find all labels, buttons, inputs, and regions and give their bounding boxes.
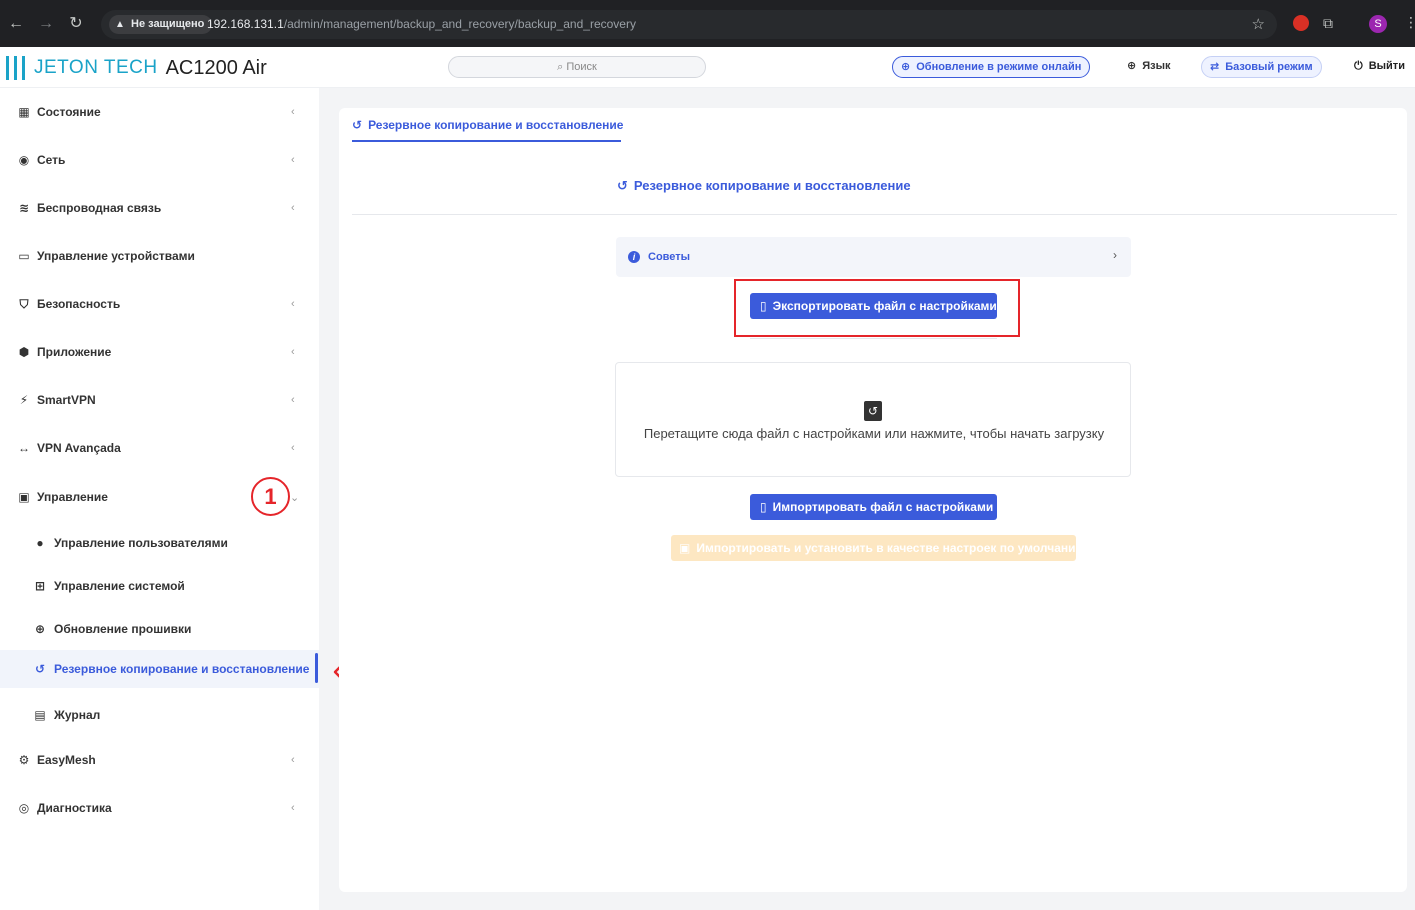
section-title: ↺ Резервное копирование и восстановление <box>617 178 911 193</box>
sidebar-subitem-firmware[interactable]: ⊕ Обновление прошивки <box>0 607 319 650</box>
bookmark-star-icon[interactable]: ☆ <box>1252 15 1265 33</box>
model-name: AC1200 Air <box>165 56 267 79</box>
file-restore-icon: ↺ <box>864 401 882 421</box>
info-icon: i <box>628 251 640 263</box>
import-settings-button[interactable]: ▯ Импортировать файл с настройками <box>750 494 997 520</box>
chevron-left-icon: ‹ <box>291 754 295 766</box>
wifi-icon: ≋ <box>18 201 30 215</box>
warning-icon: ▲ <box>115 19 125 30</box>
radar-icon: ◎ <box>18 801 30 815</box>
arrows-icon: ↔ <box>18 441 30 455</box>
logo-mark-icon <box>2 54 30 82</box>
chevron-left-icon: ‹ <box>291 802 295 814</box>
sidebar-item-network[interactable]: ◉ Сеть ‹ <box>0 136 319 184</box>
search-input[interactable]: ⌕ Поиск <box>448 56 706 78</box>
online-update-button[interactable]: ⊕ Обновление в режиме онлайн <box>892 56 1091 78</box>
sidebar-item-devices[interactable]: ▭ Управление устройствами <box>0 232 319 280</box>
cube-icon: ⬢ <box>18 345 30 359</box>
power-icon: ⏻ <box>1354 60 1363 72</box>
globe-icon: ⊕ <box>1127 60 1137 72</box>
chevron-down-icon: ⌄ <box>290 491 300 504</box>
insecure-badge[interactable]: ▲ Не защищено <box>109 15 213 34</box>
file-dropzone[interactable]: ↺ Перетащите сюда файл с настройками или… <box>615 362 1131 477</box>
back-icon[interactable]: ← <box>6 14 26 34</box>
extension-icon[interactable] <box>1293 15 1309 31</box>
chevron-left-icon: ‹ <box>291 106 295 118</box>
sidebar-item-vpn-advanced[interactable]: ↔ VPN Avançada ‹ <box>0 424 319 472</box>
sidebar-item-diagnostics[interactable]: ◎ Диагностика ‹ <box>0 784 319 832</box>
sidebar-subitem-system[interactable]: ⊞ Управление системой <box>0 564 319 607</box>
forward-icon[interactable]: → <box>36 14 56 34</box>
annotation-highlight-box <box>734 279 1020 337</box>
button-underline <box>750 338 997 339</box>
file-icon: ▯ <box>760 500 767 514</box>
app-header: JETON TECH AC1200 Air ⌕ Поиск ⊕ Обновлени… <box>0 47 1415 88</box>
sidebar-item-status[interactable]: ▦ Состояние ‹ <box>0 88 319 136</box>
chevron-left-icon: ‹ <box>291 154 295 166</box>
language-button[interactable]: ⊕ Язык <box>1119 56 1179 78</box>
chevron-right-icon: › <box>1113 248 1117 262</box>
history-icon: ↺ <box>34 662 46 676</box>
monitor-icon: ▭ <box>18 249 30 263</box>
browser-toolbar: ← → ↻ ▲ Не защищено 192.168.131.1/admin/m… <box>0 0 1415 47</box>
browser-menu-icon[interactable]: ⋮ <box>1404 14 1415 31</box>
url-text[interactable]: 192.168.131.1/admin/management/backup_an… <box>207 17 636 31</box>
annotation-step-marker: 1 <box>251 477 290 516</box>
tab-underline <box>352 140 621 142</box>
chevron-left-icon: ‹ <box>291 202 295 214</box>
sidebar-item-easymesh[interactable]: ⚙ EasyMesh ‹ <box>0 736 319 784</box>
upload-circle-icon: ⊕ <box>34 621 46 636</box>
sidebar-subitem-users[interactable]: ● Управление пользователями <box>0 521 319 564</box>
sidebar-item-application[interactable]: ⬢ Приложение ‹ <box>0 328 319 376</box>
main-panel: ↺ Резервное копирование и восстановление … <box>339 108 1407 892</box>
active-indicator <box>315 653 318 683</box>
log-icon: ▤ <box>34 707 46 722</box>
save-icon: ▣ <box>679 541 691 555</box>
sidebar-item-security[interactable]: ⛉ Безопасность ‹ <box>0 280 319 328</box>
briefcase-icon: ▣ <box>18 490 30 504</box>
globe-icon: ◉ <box>18 153 30 167</box>
chevron-left-icon: ‹ <box>291 346 295 358</box>
basic-mode-button[interactable]: ⇄ Базовый режим <box>1201 56 1322 78</box>
profile-avatar[interactable]: S <box>1369 15 1387 33</box>
upload-circle-icon: ⊕ <box>901 61 911 73</box>
router-icon: ⊞ <box>34 578 46 593</box>
grid-icon: ▦ <box>18 105 30 119</box>
history-icon: ↺ <box>617 178 628 193</box>
gear-icon: ⚙ <box>18 753 30 767</box>
logout-button[interactable]: ⏻ Выйти <box>1346 56 1413 78</box>
brand-logo: JETON TECH AC1200 Air <box>2 54 267 82</box>
chevron-left-icon: ‹ <box>291 442 295 454</box>
import-as-default-button[interactable]: ▣ Импортировать и установить в качестве н… <box>671 535 1086 561</box>
extensions-puzzle-icon[interactable]: ⧉ <box>1323 15 1339 31</box>
brand-name: JETON TECH <box>34 57 158 78</box>
reload-icon[interactable]: ↻ <box>66 14 86 34</box>
swap-icon: ⇄ <box>1210 61 1220 73</box>
plug-icon: ⚡ <box>19 393 29 407</box>
address-bar[interactable]: ▲ Не защищено 192.168.131.1/admin/managem… <box>101 10 1277 39</box>
sidebar-item-wireless[interactable]: ≋ Беспроводная связь ‹ <box>0 184 319 232</box>
tips-panel[interactable]: i Советы › <box>616 237 1131 277</box>
sidebar-subitem-log[interactable]: ▤ Журнал <box>0 693 319 736</box>
history-icon: ↺ <box>352 118 363 132</box>
chevron-left-icon: ‹ <box>291 394 295 406</box>
sidebar-item-smartvpn[interactable]: ⚡ SmartVPN ‹ <box>0 376 319 424</box>
shield-icon: ⛉ <box>19 296 29 311</box>
search-icon: ⌕ <box>557 61 567 73</box>
divider <box>352 214 1397 215</box>
sidebar-subitem-backup[interactable]: ↺ Резервное копирование и восстановление <box>0 650 319 688</box>
user-icon: ● <box>36 535 44 550</box>
chevron-left-icon: ‹ <box>291 298 295 310</box>
